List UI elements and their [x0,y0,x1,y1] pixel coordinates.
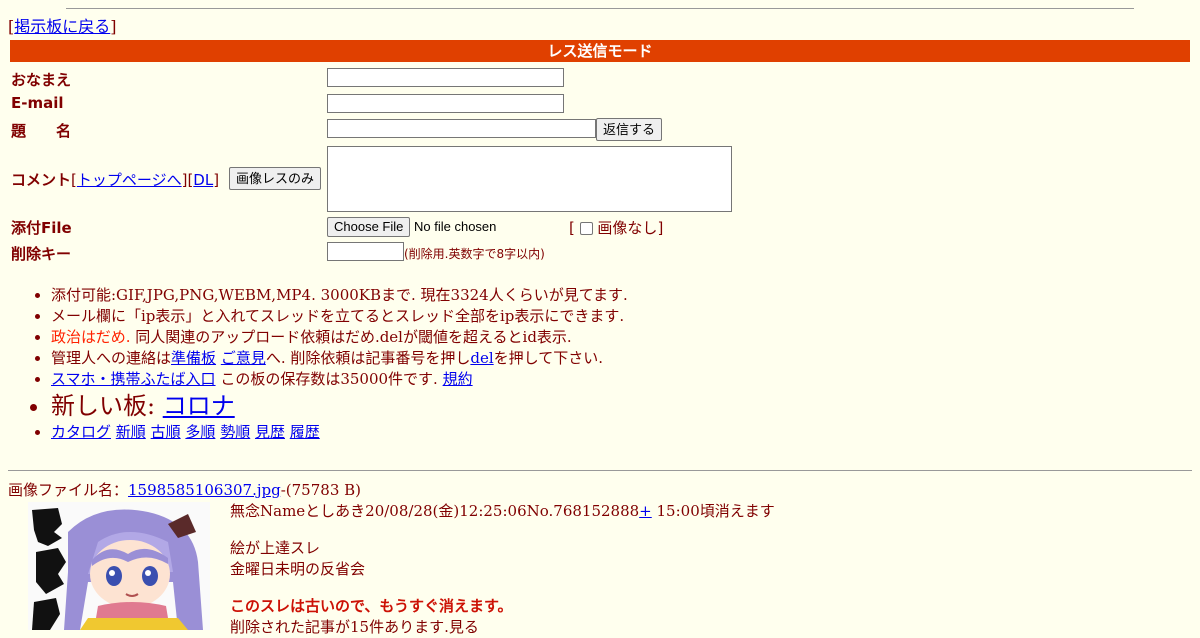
anime-girl-thumbnail-icon [28,502,210,630]
rule-no-politics: 政治はだめ. 同人関連のアップロード依頼はだめ.delが閾値を超えるとid表示. [51,327,628,348]
thread-image-thumbnail[interactable] [28,502,210,630]
thread-op-post: 無念Nameとしあき20/08/28(金)12:25:06No.76815288… [230,501,775,638]
sort-new-link[interactable]: 新順 [116,423,146,441]
no-image-option: [ 画像なし] [569,219,664,237]
comment-label-row: コメント[トップページへ][DL] [11,171,220,189]
image-only-button[interactable]: 画像レスのみ [229,167,322,190]
sort-many-link[interactable]: 多順 [185,423,215,441]
rule-ip-display: メール欄に「ip表示」と入れてスレッドを立てるとスレッド全部をip表示にできます… [51,306,628,327]
delete-key-label: 削除キー [11,245,72,263]
no-image-checkbox[interactable] [579,222,593,235]
subject-label: 題 名 [11,122,72,140]
file-picker: Choose File No file chosen [327,217,496,237]
sort-momentum-link[interactable]: 勢順 [220,423,250,441]
prep-board-link[interactable]: 準備板 [171,349,216,367]
view-history-link[interactable]: 見歴 [255,423,285,441]
subject-input[interactable] [327,119,596,138]
no-file-text: No file chosen [414,219,497,234]
image-file-info: 画像ファイル名：1598585106307.jpg-(75783 B) [8,481,361,499]
comment-textarea[interactable] [327,146,732,212]
dl-link[interactable]: DL [193,171,213,189]
image-file-link[interactable]: 1598585106307.jpg [128,481,281,499]
board-rules: 添付可能:GIF,JPG,PNG,WEBM,MP4. 3000KBまで. 現在3… [11,285,628,443]
email-label: E-mail [11,94,64,112]
delete-key-input[interactable] [327,242,404,261]
post-plus-link[interactable]: + [639,502,652,520]
corona-board-link[interactable]: コロナ [163,392,235,420]
post-body-line1: 絵が上達スレ [230,539,321,557]
catalog-link[interactable]: カタログ [51,423,111,441]
reply-mode-header: レス送信モード [10,40,1190,62]
deleted-posts-notice: 削除された記事が15件あります.見る [230,618,479,636]
name-label: おなまえ [11,71,72,89]
reply-submit-button[interactable]: 返信する [596,118,663,141]
thread-expiring-warning: このスレは古いので、もうすぐ消えます。 [230,597,513,615]
del-link[interactable]: del [470,349,493,367]
feedback-link[interactable]: ご意見 [221,349,266,367]
post-header: 無念Nameとしあき20/08/28(金)12:25:06No.76815288… [230,502,775,520]
name-input[interactable] [327,68,564,87]
mobile-entrance-link[interactable]: スマホ・携帯ふたば入口 [51,370,216,388]
choose-file-button[interactable]: Choose File [327,217,411,237]
back-nav: [掲示板に戻る] [8,17,117,36]
file-label: 添付File [11,219,72,237]
top-page-link[interactable]: トップページへ [77,171,182,189]
rule-mobile: スマホ・携帯ふたば入口 この板の保存数は35000件です. 規約 [51,369,628,390]
post-history-link[interactable]: 履歴 [290,423,320,441]
catalog-nav: カタログ 新順 古順 多順 勢順 見歴 履歴 [51,422,628,443]
terms-link[interactable]: 規約 [443,370,473,388]
back-to-board-link[interactable]: 掲示板に戻る [14,17,110,36]
top-divider [66,8,1134,9]
email-input[interactable] [327,94,564,113]
no-image-label: 画像なし [597,219,658,237]
delete-key-hint: (削除用.英数字で8字以内) [404,247,545,261]
thread-divider [8,470,1192,471]
sort-old-link[interactable]: 古順 [151,423,181,441]
comment-label: コメント [11,171,72,189]
rule-upload-limits: 添付可能:GIF,JPG,PNG,WEBM,MP4. 3000KBまで. 現在3… [51,285,628,306]
post-body-line2: 金曜日未明の反省会 [230,560,366,578]
rule-contact: 管理人への連絡は準備板 ご意見へ. 削除依頼は記事番号を押しdelを押して下さい… [51,348,628,369]
new-board-notice: 新しい板: コロナ [51,390,628,422]
